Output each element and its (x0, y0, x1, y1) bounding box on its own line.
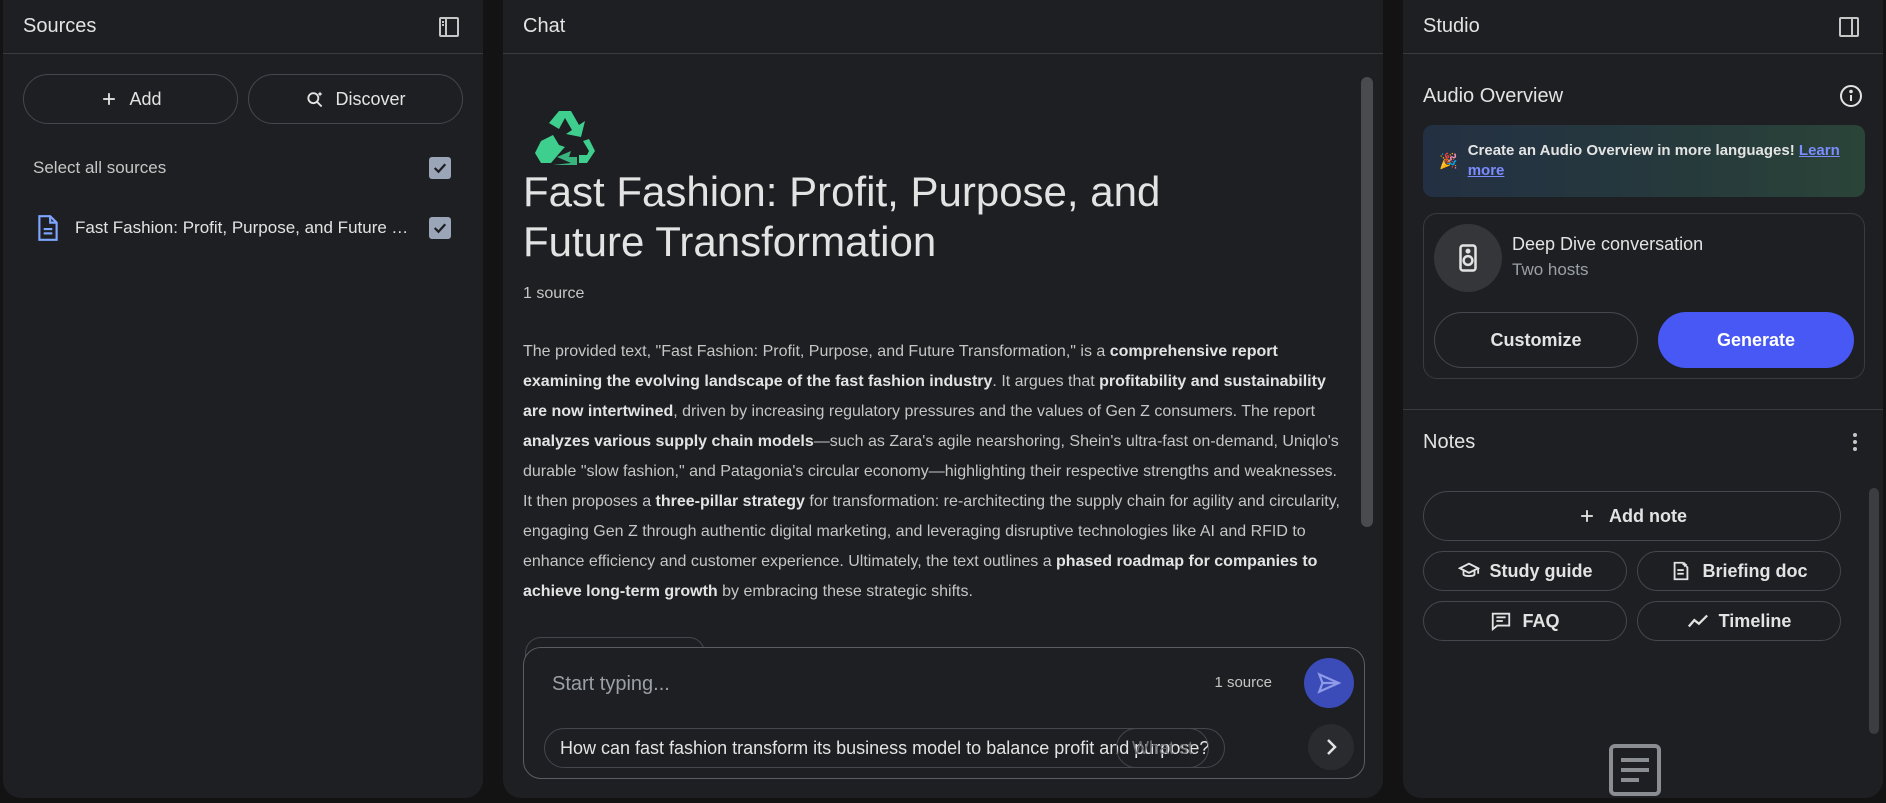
suggestion-chip[interactable]: What st (1116, 728, 1210, 768)
notebook-source-count: 1 source (523, 285, 585, 302)
chevron-right-icon (1327, 739, 1337, 755)
check-icon (433, 223, 447, 234)
studio-panel: Studio Audio Overview 🎉 Create an Audio … (1403, 0, 1883, 798)
add-note-label: Add note (1609, 505, 1687, 526)
notes-title: Notes (1423, 430, 1476, 453)
study-guide-button[interactable]: Study guide (1423, 551, 1627, 591)
document-icon (38, 215, 58, 241)
briefing-doc-icon (1674, 561, 1689, 581)
chat-input[interactable] (552, 666, 1172, 702)
plus-icon (1581, 510, 1593, 522)
timeline-icon (1687, 614, 1708, 628)
study-guide-label: Study guide (1489, 560, 1593, 581)
next-suggestion-button[interactable] (1308, 724, 1354, 770)
notes-header: Notes (1403, 425, 1883, 459)
recycle-icon (535, 111, 595, 165)
deep-dive-subtitle: Two hosts (1512, 260, 1589, 279)
audio-overview-title: Audio Overview (1423, 84, 1564, 107)
suggested-questions: How can fast fashion transform its busin… (544, 728, 1354, 768)
timeline-button[interactable]: Timeline (1637, 601, 1841, 641)
sources-title: Sources (23, 15, 97, 37)
studio-divider (1403, 409, 1883, 410)
add-source-label: Add (129, 88, 162, 109)
add-note-button[interactable]: Add note (1423, 491, 1841, 541)
customize-button[interactable]: Customize (1434, 312, 1638, 368)
generate-button[interactable]: Generate (1658, 312, 1854, 368)
select-all-checkbox[interactable] (429, 157, 451, 179)
timeline-label: Timeline (1718, 610, 1792, 631)
summary-bold-text: analyzes various supply chain models (523, 433, 814, 450)
chat-body: Fast Fashion: Profit, Purpose, and Futur… (503, 55, 1383, 798)
discover-sources-button[interactable]: Discover (248, 74, 463, 124)
discover-search-icon (307, 91, 323, 108)
chat-input-box: 1 source How can fast fashion transform … (523, 647, 1365, 779)
briefing-doc-label: Briefing doc (1702, 560, 1808, 581)
notebook-title: Fast Fashion: Profit, Purpose, and Futur… (523, 168, 1161, 265)
source-item-checkbox[interactable] (429, 217, 451, 239)
select-all-row: Select all sources (3, 150, 483, 186)
deep-dive-card: Deep Dive conversation Two hosts Customi… (1423, 213, 1865, 379)
audio-overview-header: Audio Overview (1403, 79, 1883, 113)
chat-panel: Chat Fast Fashion: Profit, Purpose, and … (503, 0, 1383, 798)
note-actions: Study guide Briefing doc FAQ Timeline (1423, 551, 1883, 641)
notebook-summary: The provided text, "Fast Fashion: Profit… (523, 337, 1349, 607)
graduation-cap-icon (1457, 562, 1480, 577)
sources-header: Sources (3, 0, 483, 54)
studio-title: Studio (1423, 15, 1480, 37)
summary-text: , driven by increasing regulatory pressu… (673, 403, 1316, 420)
summary-text: by embracing these strategic shifts. (717, 583, 973, 600)
summary-text: The provided text, "Fast Fashion: Profit… (523, 343, 1110, 360)
info-icon (1840, 85, 1862, 107)
check-icon (433, 163, 447, 174)
send-button[interactable] (1304, 658, 1354, 708)
briefing-doc-button[interactable]: Briefing doc (1637, 551, 1841, 591)
faq-label: FAQ (1522, 610, 1560, 631)
speaker-avatar (1434, 224, 1502, 292)
discover-label: Discover (335, 88, 406, 109)
chat-scrollbar[interactable] (1361, 77, 1373, 527)
sidebar-toggle-icon (439, 16, 459, 37)
chat-scrollbar-thumb[interactable] (1361, 77, 1373, 527)
collapse-studio-button[interactable] (1835, 13, 1863, 41)
party-popper-icon: 🎉 (1439, 153, 1458, 170)
source-actions: Add Discover (3, 54, 483, 124)
faq-chat-icon (1492, 612, 1511, 632)
sidebar-toggle-icon (1839, 16, 1859, 37)
input-source-count: 1 source (1214, 674, 1272, 691)
source-item[interactable]: Fast Fashion: Profit, Purpose, and Futur… (3, 210, 483, 246)
speaker-icon (1459, 244, 1477, 272)
chat-header: Chat (503, 0, 1383, 54)
faq-button[interactable]: FAQ (1423, 601, 1627, 641)
chat-title: Chat (523, 15, 566, 37)
sources-panel: Sources Add Discover Select all sources … (3, 0, 483, 798)
languages-banner: 🎉 Create an Audio Overview in more langu… (1423, 125, 1865, 197)
source-item-name: Fast Fashion: Profit, Purpose, and Futur… (75, 218, 415, 237)
summary-text: . It argues that (992, 373, 1100, 390)
collapse-sources-button[interactable] (435, 13, 463, 41)
studio-scrollbar[interactable] (1869, 488, 1879, 734)
studio-header: Studio (1403, 0, 1883, 54)
audio-info-button[interactable] (1837, 82, 1865, 110)
banner-text-wrap: Create an Audio Overview in more languag… (1468, 141, 1845, 181)
banner-text: Create an Audio Overview in more languag… (1467, 142, 1795, 159)
summary-bold-text: three-pillar strategy (655, 493, 805, 510)
more-vert-icon (1853, 433, 1857, 451)
notes-empty-icon (1609, 744, 1661, 796)
send-icon (1317, 672, 1342, 694)
add-source-button[interactable]: Add (23, 74, 238, 124)
select-all-label: Select all sources (33, 158, 167, 177)
notes-menu-button[interactable] (1841, 428, 1869, 456)
deep-dive-title: Deep Dive conversation (1512, 234, 1704, 254)
plus-icon (103, 93, 116, 105)
